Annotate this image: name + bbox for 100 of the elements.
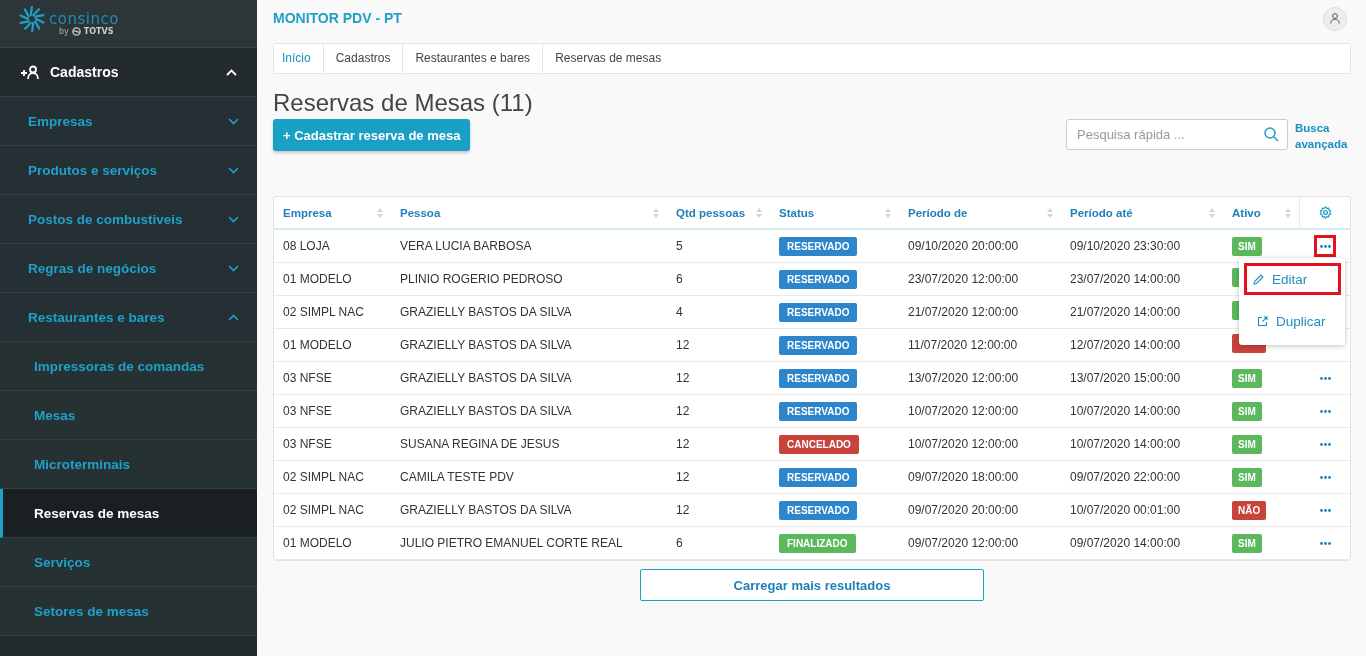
page-title: Reservas de Mesas (11) <box>273 89 534 117</box>
table-cell: 13/07/2020 15:00:00 <box>1070 371 1181 385</box>
nav-group[interactable]: Produtos e serviços <box>0 146 257 195</box>
table-cell: 03 NFSE <box>283 404 332 418</box>
table-cell: 23/07/2020 14:00:00 <box>1070 272 1181 286</box>
more-actions-button[interactable] <box>1314 235 1336 257</box>
table-cell: 03 NFSE <box>283 371 332 385</box>
column-header[interactable]: Status <box>779 206 815 219</box>
column-header[interactable]: Pessoa <box>400 206 441 219</box>
nav-group[interactable]: Restaurantes e bares <box>0 293 257 342</box>
table-cell: 10/07/2020 12:00:00 <box>908 404 1019 418</box>
table-cell: GRAZIELLY BASTOS DA SILVA <box>400 371 572 385</box>
table-cell: 09/07/2020 22:00:00 <box>1070 470 1181 484</box>
menu-item[interactable]: Editar <box>1244 263 1341 295</box>
nav-group[interactable]: Regras de negócios <box>0 244 257 293</box>
more-icon <box>1319 409 1331 413</box>
table-cell: 5 <box>676 239 683 253</box>
add-button[interactable]: + Cadastrar reserva de mesa <box>273 119 471 151</box>
table-cell: 02 SIMPL NAC <box>283 305 364 319</box>
search-box[interactable]: Pesquisa rápida ... <box>1066 119 1288 150</box>
table-cell: 01 MODELO <box>283 338 352 352</box>
table-cell: 21/07/2020 14:00:00 <box>1070 305 1181 319</box>
status-badge: RESERVADO <box>779 269 858 289</box>
table-cell: 12 <box>676 404 690 418</box>
breadcrumb-item[interactable]: Cadastros <box>323 44 404 73</box>
status-badge: FINALIZADO <box>779 533 856 553</box>
table-cell: 10/07/2020 14:00:00 <box>1070 437 1181 451</box>
nav-item[interactable]: Microterminais <box>0 440 257 489</box>
nav-group[interactable]: Empresas <box>0 97 257 146</box>
table-cell: 09/07/2020 12:00:00 <box>908 536 1019 550</box>
column-header[interactable]: Período de <box>908 206 968 219</box>
sort-icon <box>1209 207 1215 218</box>
table-cell: 11/07/2020 12:00:00 <box>908 338 1018 352</box>
nav-item[interactable]: Mesas <box>0 391 257 440</box>
menu-item[interactable]: Duplicar <box>1244 305 1341 337</box>
logo-icon <box>19 6 45 32</box>
table-cell: 23/07/2020 12:00:00 <box>908 272 1019 286</box>
table-cell: CAMILA TESTE PDV <box>400 470 514 484</box>
table-cell: 4 <box>676 305 683 319</box>
column-header[interactable]: Período até <box>1070 206 1133 219</box>
pencil-icon <box>1253 273 1264 285</box>
status-badge: RESERVADO <box>779 335 858 355</box>
sort-icon <box>653 207 659 218</box>
table-cell: 09/07/2020 14:00:00 <box>1070 536 1181 550</box>
breadcrumb-item[interactable]: Reservas de mesas <box>543 44 674 73</box>
table-cell: 08 LOJA <box>283 239 330 253</box>
table-cell: 10/07/2020 12:00:00 <box>908 437 1019 451</box>
user-avatar-icon[interactable] <box>1323 6 1347 31</box>
external-link-icon <box>1257 315 1268 327</box>
advanced-search-link[interactable]: Busca avançada <box>1295 120 1351 152</box>
breadcrumb-item[interactable]: Restaurantes e bares <box>403 44 544 73</box>
chevron-icon <box>228 117 239 125</box>
brand-icon <box>71 27 81 36</box>
table-cell: 6 <box>676 536 683 550</box>
chevron-icon <box>228 166 239 174</box>
status-badge: RESERVADO <box>779 236 858 256</box>
table-cell: GRAZIELLY BASTOS DA SILVA <box>400 338 572 352</box>
table-cell: 01 MODELO <box>283 272 352 286</box>
nav-item[interactable]: Serviços <box>0 538 257 587</box>
sort-icon <box>1285 207 1291 218</box>
table-cell: 6 <box>676 272 683 286</box>
table-cell: 12 <box>676 371 690 385</box>
chevron-icon <box>226 68 237 76</box>
table-cell: 12 <box>676 437 690 451</box>
chevron-icon <box>228 215 239 223</box>
breadcrumb-item[interactable]: Início <box>274 44 324 73</box>
table-cell: 09/10/2020 23:30:00 <box>1070 239 1181 253</box>
app-title: MONITOR PDV - PT <box>273 10 402 26</box>
nav-group[interactable]: Postos de combustiveis <box>0 195 257 244</box>
table-cell: GRAZIELLY BASTOS DA SILVA <box>400 503 572 517</box>
nav-item[interactable]: Impressoras de comandas <box>0 342 257 391</box>
sort-icon <box>885 207 891 218</box>
active-badge: SIM <box>1232 533 1262 553</box>
sort-icon <box>1047 207 1053 218</box>
active-badge: SIM <box>1232 467 1262 487</box>
active-badge: SIM <box>1232 368 1262 388</box>
table-cell: 09/07/2020 20:00:00 <box>908 503 1019 517</box>
active-badge: SIM <box>1232 236 1262 256</box>
settings-icon[interactable] <box>1319 206 1332 219</box>
active-badge: NÃO <box>1232 500 1267 520</box>
table-cell: 02 SIMPL NAC <box>283 470 364 484</box>
table-cell: 01 MODELO <box>283 536 352 550</box>
table-cell: 09/07/2020 18:00:00 <box>908 470 1019 484</box>
sort-icon <box>756 207 762 218</box>
table-cell: 10/07/2020 00:01:00 <box>1070 503 1181 517</box>
more-icon <box>1319 508 1331 512</box>
column-header[interactable]: Qtd pessoas <box>676 206 746 219</box>
nav-item[interactable]: Reservas de mesas <box>0 489 257 538</box>
table-cell: 10/07/2020 14:00:00 <box>1070 404 1181 418</box>
status-badge: CANCELADO <box>779 434 859 454</box>
more-icon <box>1319 244 1331 248</box>
byline-text: by <box>59 27 69 36</box>
load-more-button[interactable]: Carregar mais resultados <box>640 569 984 601</box>
chevron-icon <box>228 264 239 272</box>
table-cell: VERA LUCIA BARBOSA <box>400 239 532 253</box>
column-header[interactable]: Empresa <box>283 206 332 219</box>
column-header[interactable]: Ativo <box>1232 206 1261 219</box>
table-cell: PLINIO ROGERIO PEDROSO <box>400 272 563 286</box>
nav-item[interactable]: Setores de mesas <box>0 587 257 636</box>
status-badge: RESERVADO <box>779 401 858 421</box>
